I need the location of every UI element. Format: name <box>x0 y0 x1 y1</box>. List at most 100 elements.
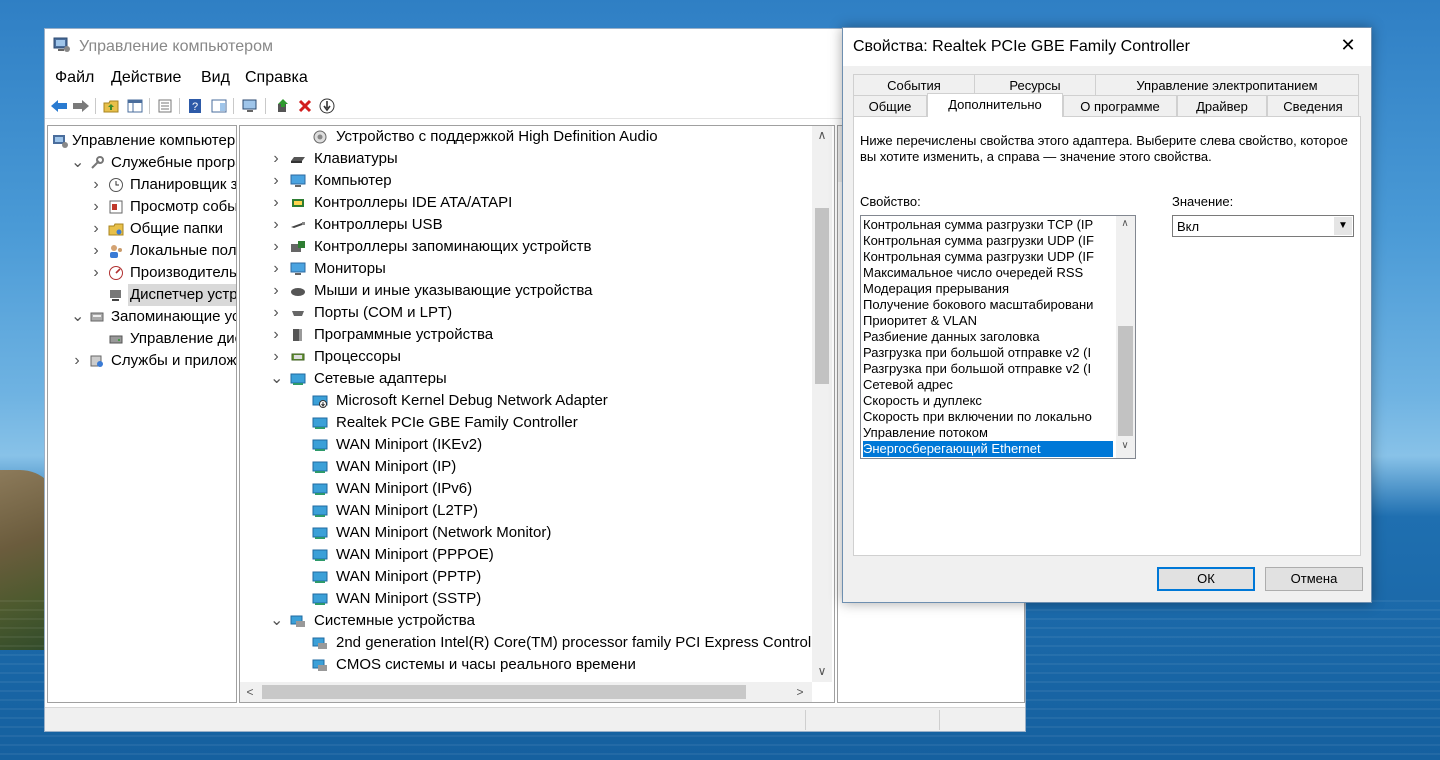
scan-hardware-icon[interactable] <box>241 97 261 115</box>
scroll-up-arrow-icon[interactable]: ∧ <box>814 128 830 142</box>
collapsed-chevron-icon[interactable]: › <box>90 196 102 218</box>
collapsed-chevron-icon[interactable]: › <box>71 350 83 372</box>
value-dropdown[interactable]: Вкл ▼ <box>1172 215 1354 237</box>
system-device-icon <box>312 657 328 673</box>
property-list-item[interactable]: Сетевой адрес <box>863 377 1113 393</box>
toolbar-separator <box>179 98 180 114</box>
device-label: Программные устройства <box>314 326 494 343</box>
property-list-item[interactable]: Контрольная сумма разгрузки TCP (IP <box>863 217 1113 233</box>
software-device-icon <box>290 327 306 343</box>
collapsed-chevron-icon[interactable]: › <box>90 240 102 262</box>
cancel-button[interactable]: Отмена <box>1265 567 1363 591</box>
tree-item-label: Управление компьютер <box>72 132 236 149</box>
property-list-item[interactable]: Разгрузка при большой отправке v2 (I <box>863 361 1113 377</box>
expanded-chevron-icon[interactable]: ⌄ <box>270 368 283 390</box>
device-tree: Устройство с поддержкой High Definition … <box>239 125 835 703</box>
scroll-left-arrow-icon[interactable]: < <box>242 685 258 699</box>
menu-view[interactable]: Вид <box>201 69 230 87</box>
expanded-chevron-icon[interactable]: ⌄ <box>270 610 283 632</box>
property-list-item[interactable]: Скорость и дуплекс <box>863 393 1113 409</box>
scroll-up-arrow-icon[interactable]: ∧ <box>1117 218 1133 229</box>
scrollbar-thumb[interactable] <box>262 685 746 699</box>
property-list-item[interactable]: Разбиение данных заголовка <box>863 329 1113 345</box>
back-arrow-icon[interactable] <box>49 97 69 115</box>
tree-item-label: Производительно <box>130 264 237 281</box>
console-tree: Управление компьютер ⌄ Служебные програм › П… <box>47 125 237 703</box>
device-horizontal-scrollbar[interactable]: < > <box>240 682 812 702</box>
property-list-item[interactable]: Управление потоком <box>863 425 1113 441</box>
show-hide-tree-icon[interactable] <box>125 97 145 115</box>
collapsed-chevron-icon[interactable]: › <box>270 148 282 170</box>
tab-general[interactable]: Общие <box>853 95 927 117</box>
close-icon[interactable]: ✕ <box>1325 28 1371 62</box>
adapter-properties-dialog: Свойства: Realtek PCIe GBE Family Contro… <box>842 27 1372 603</box>
network-adapter-icon <box>312 415 328 431</box>
help-icon[interactable]: ? <box>185 97 205 115</box>
menu-help[interactable]: Справка <box>245 69 308 87</box>
collapsed-chevron-icon[interactable]: › <box>90 262 102 284</box>
device-label: CMOS системы и часы реального времени <box>336 656 636 673</box>
tree-item-label: Диспетчер устрой <box>128 284 236 306</box>
collapsed-chevron-icon[interactable]: › <box>270 302 282 324</box>
collapsed-chevron-icon[interactable]: › <box>90 218 102 240</box>
scrollbar-thumb[interactable] <box>815 208 829 384</box>
property-list-item[interactable]: Энергосберегающий Ethernet <box>863 441 1113 457</box>
keyboard-icon <box>290 151 306 167</box>
property-label: Свойство: <box>860 194 921 209</box>
mouse-icon <box>290 283 306 299</box>
scroll-right-arrow-icon[interactable]: > <box>792 685 808 699</box>
collapsed-chevron-icon[interactable]: › <box>270 214 282 236</box>
network-adapter-icon <box>312 459 328 475</box>
property-list-item[interactable]: Разгрузка при большой отправке v2 (I <box>863 345 1113 361</box>
disable-device-icon[interactable] <box>317 97 337 115</box>
tree-item-label: Общие папки <box>130 220 224 237</box>
tab-details[interactable]: Сведения <box>1267 95 1359 117</box>
expanded-chevron-icon[interactable]: ⌄ <box>71 152 84 174</box>
property-list-item[interactable]: Модерация прерывания <box>863 281 1113 297</box>
tab-power-management[interactable]: Управление электропитанием <box>1095 74 1359 96</box>
up-folder-icon[interactable] <box>101 97 121 115</box>
property-list-item[interactable]: Контрольная сумма разгрузки UDP (IF <box>863 233 1113 249</box>
tab-about[interactable]: О программе <box>1063 95 1177 117</box>
collapsed-chevron-icon[interactable]: › <box>270 346 282 368</box>
collapsed-chevron-icon[interactable]: › <box>270 258 282 280</box>
scroll-down-arrow-icon[interactable]: ∨ <box>814 664 830 678</box>
tab-advanced[interactable]: Дополнительно <box>927 93 1063 117</box>
device-label: Сетевые адаптеры <box>314 370 447 387</box>
property-list-scrollbar[interactable]: ∧ ∨ <box>1116 216 1135 458</box>
network-adapter-icon <box>312 569 328 585</box>
collapsed-chevron-icon[interactable]: › <box>270 280 282 302</box>
collapsed-chevron-icon[interactable]: › <box>270 170 282 192</box>
window-title: Управление компьютером <box>79 38 273 55</box>
uninstall-device-icon[interactable] <box>295 97 315 115</box>
forward-arrow-icon[interactable] <box>71 97 91 115</box>
properties-icon[interactable] <box>155 97 175 115</box>
toolbar-separator <box>265 98 266 114</box>
menu-action[interactable]: Действие <box>111 69 181 87</box>
collapsed-chevron-icon[interactable]: › <box>270 192 282 214</box>
chevron-down-icon[interactable]: ▼ <box>1334 217 1352 235</box>
expanded-chevron-icon[interactable]: ⌄ <box>71 306 84 328</box>
property-list-item[interactable]: Максимальное число очередей RSS <box>863 265 1113 281</box>
menu-file[interactable]: Файл <box>55 69 94 87</box>
scroll-down-arrow-icon[interactable]: ∨ <box>1117 440 1133 451</box>
property-list-item[interactable]: Контрольная сумма разгрузки UDP (IF <box>863 249 1113 265</box>
collapsed-chevron-icon[interactable]: › <box>270 324 282 346</box>
property-list-item[interactable]: Приоритет & VLAN <box>863 313 1113 329</box>
ok-button[interactable]: ОК <box>1157 567 1255 591</box>
scrollbar-thumb[interactable] <box>1118 326 1133 436</box>
view-panel-icon[interactable] <box>209 97 229 115</box>
performance-icon <box>108 265 124 281</box>
tree-item-label: Запоминающие устр <box>111 308 236 325</box>
tree-item-label: Службы и приложен <box>111 352 237 369</box>
property-list-item[interactable]: Получение бокового масштабировани <box>863 297 1113 313</box>
collapsed-chevron-icon[interactable]: › <box>270 236 282 258</box>
device-vertical-scrollbar[interactable]: ∧ ∨ <box>812 126 832 682</box>
device-label: Контроллеры USB <box>314 216 443 233</box>
collapsed-chevron-icon[interactable]: › <box>90 174 102 196</box>
tab-driver[interactable]: Драйвер <box>1177 95 1267 117</box>
property-listbox[interactable]: Контрольная сумма разгрузки TCP (IP Контр… <box>860 215 1136 459</box>
update-driver-icon[interactable] <box>273 97 293 115</box>
property-list-item[interactable]: Скорость при включении по локально <box>863 409 1113 425</box>
users-icon <box>108 243 124 259</box>
